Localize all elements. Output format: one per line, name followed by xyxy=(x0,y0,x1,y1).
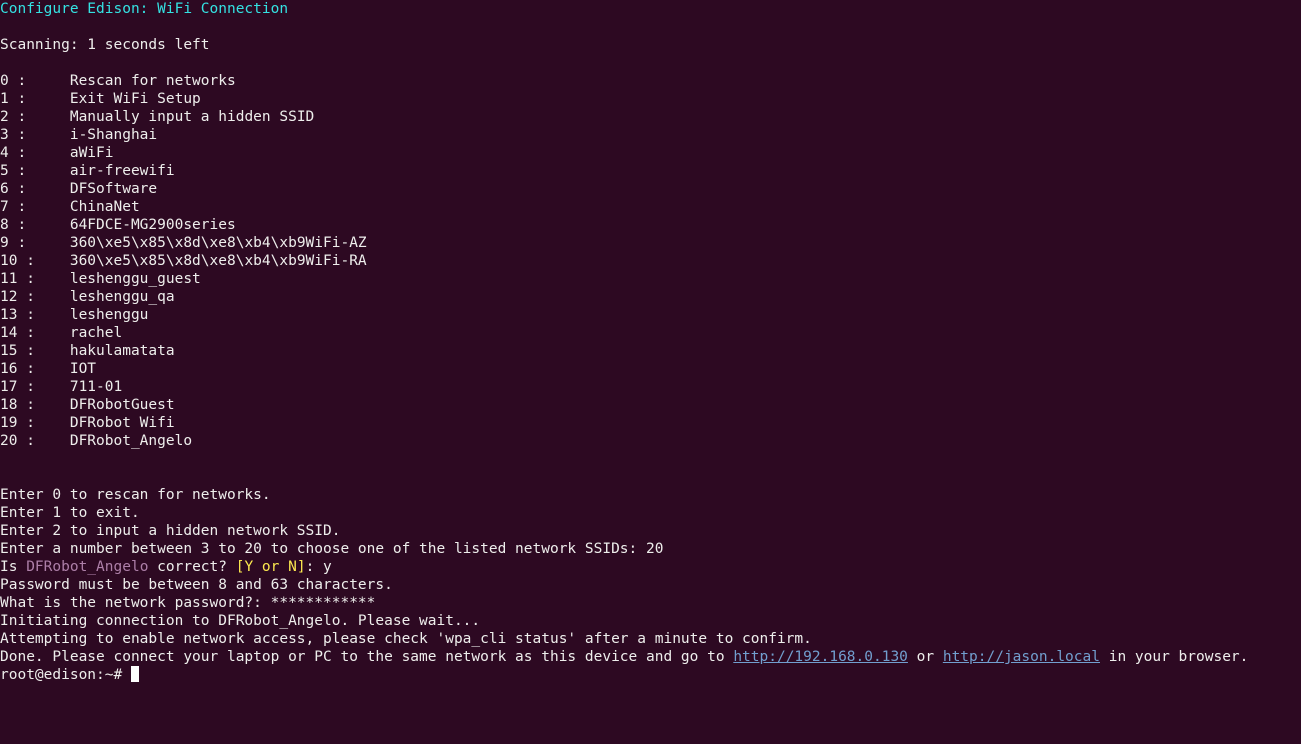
option-row: 11 : leshenggu_guest xyxy=(0,271,201,287)
option-row: 3 : i-Shanghai xyxy=(0,127,157,143)
option-row: 14 : rachel xyxy=(0,325,122,341)
config-title: Configure Edison: WiFi Connection xyxy=(0,1,288,17)
confirm-line: Is DFRobot_Angelo correct? [Y or N]: y xyxy=(0,559,332,575)
option-row: 19 : DFRobot Wifi xyxy=(0,415,175,431)
option-row: 10 : 360\xe5\x85\x8d\xe8\xb4\xb9WiFi-RA xyxy=(0,253,367,269)
option-row: 18 : DFRobotGuest xyxy=(0,397,175,413)
option-row: 4 : aWiFi xyxy=(0,145,114,161)
attempting-line: Attempting to enable network access, ple… xyxy=(0,631,812,647)
option-row: 15 : hakulamatata xyxy=(0,343,175,359)
instruction-line: Enter 1 to exit. xyxy=(0,505,140,521)
scan-status: Scanning: 1 seconds left xyxy=(0,37,210,53)
option-row: 9 : 360\xe5\x85\x8d\xe8\xb4\xb9WiFi-AZ xyxy=(0,235,367,251)
option-row: 7 : ChinaNet xyxy=(0,199,140,215)
instruction-line: Enter 0 to rescan for networks. xyxy=(0,487,271,503)
password-rule: Password must be between 8 and 63 charac… xyxy=(0,577,393,593)
option-row: 20 : DFRobot_Angelo xyxy=(0,433,192,449)
option-row: 12 : leshenggu_qa xyxy=(0,289,175,305)
done-line: Done. Please connect your laptop or PC t… xyxy=(0,649,1248,665)
option-row: 8 : 64FDCE-MG2900series xyxy=(0,217,236,233)
cursor-icon xyxy=(131,666,139,682)
option-row: 16 : IOT xyxy=(0,361,96,377)
option-row: 2 : Manually input a hidden SSID xyxy=(0,109,314,125)
instruction-line: Enter a number between 3 to 20 to choose… xyxy=(0,541,663,557)
option-row: 5 : air-freewifi xyxy=(0,163,175,179)
yn-prompt: [Y or N] xyxy=(236,559,306,575)
option-row: 1 : Exit WiFi Setup xyxy=(0,91,201,107)
local-url[interactable]: http://jason.local xyxy=(943,649,1100,665)
terminal-output[interactable]: Configure Edison: WiFi Connection Scanni… xyxy=(0,0,1301,684)
shell-prompt[interactable]: root@edison:~# xyxy=(0,667,139,683)
option-row: 6 : DFSoftware xyxy=(0,181,157,197)
password-prompt: What is the network password?: *********… xyxy=(0,595,375,611)
selected-ssid: DFRobot_Angelo xyxy=(26,559,148,575)
option-row: 13 : leshenggu xyxy=(0,307,148,323)
option-row: 0 : Rescan for networks xyxy=(0,73,236,89)
initiating-line: Initiating connection to DFRobot_Angelo.… xyxy=(0,613,480,629)
option-row: 17 : 711-01 xyxy=(0,379,122,395)
instruction-line: Enter 2 to input a hidden network SSID. xyxy=(0,523,340,539)
ip-url[interactable]: http://192.168.0.130 xyxy=(733,649,908,665)
